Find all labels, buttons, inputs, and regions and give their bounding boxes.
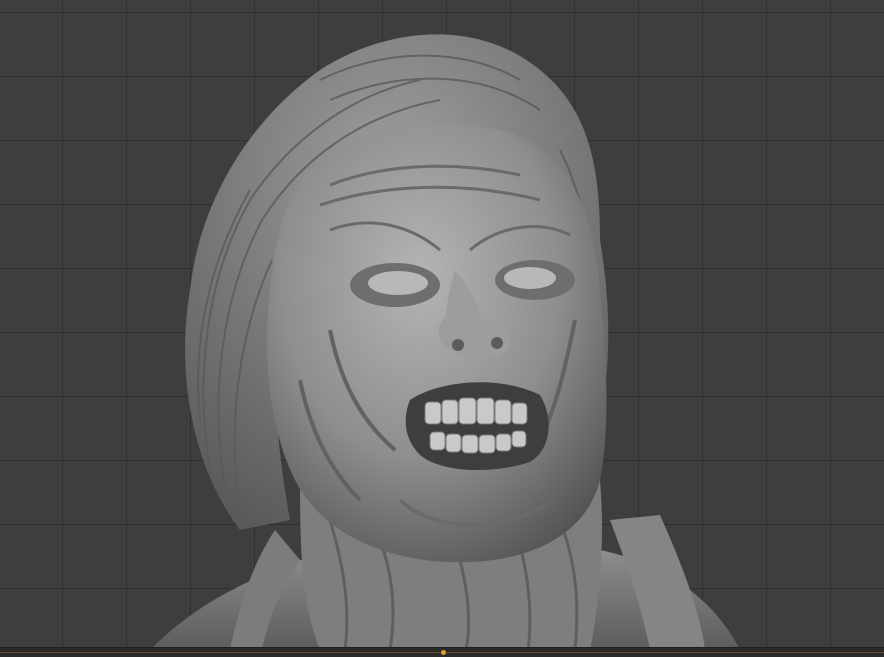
mouth — [405, 382, 549, 471]
timeline-strip[interactable] — [0, 647, 884, 657]
playhead-marker-icon[interactable] — [441, 650, 446, 655]
sculpt-bust-mesh-icon[interactable] — [0, 0, 884, 657]
3d-viewport[interactable] — [0, 0, 884, 657]
face — [267, 124, 607, 563]
